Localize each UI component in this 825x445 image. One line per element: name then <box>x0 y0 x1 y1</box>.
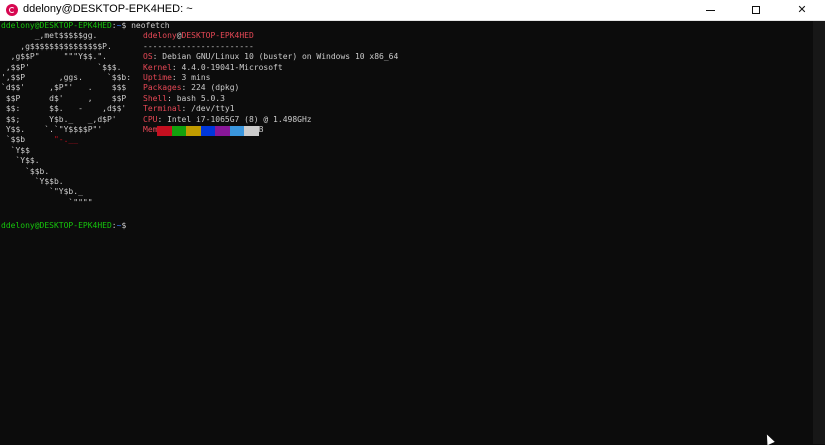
info-key: CPU <box>143 114 158 124</box>
info-divider: ----------------------- <box>143 41 254 51</box>
logo-line: $$P d$' , $$P <box>1 93 127 103</box>
info-key: Kernel <box>143 62 172 72</box>
info-value: Intel i7-1065G7 (8) @ 1.498GHz <box>167 114 312 124</box>
info-row: OS: Debian GNU/Linux 10 (buster) on Wind… <box>143 52 398 62</box>
info-key: Terminal <box>143 104 182 114</box>
debian-app-icon <box>6 4 18 16</box>
prompt-command: neofetch <box>131 21 170 30</box>
info-value: 3 mins <box>181 73 211 82</box>
logo-line: _,met$$$$$gg. <box>1 31 98 41</box>
color-swatch <box>186 126 201 136</box>
info-colon: : <box>171 73 182 82</box>
info-value: 4.4.0-19041-Microsoft <box>181 62 283 72</box>
logo-line: ,g$$P" """Y$$.". <box>1 52 107 62</box>
logo-line: `"Y$b._ <box>1 187 83 197</box>
close-button[interactable]: ✕ <box>779 0 825 20</box>
color-swatch <box>157 126 172 136</box>
window-title: ddelony@DESKTOP-EPK4HED: ~ <box>23 3 193 15</box>
minimize-icon <box>705 9 715 11</box>
info-colon: : <box>181 83 192 93</box>
logo-line: ,$$P' `$$$. <box>1 62 122 72</box>
color-swatch <box>229 126 244 136</box>
logo-line: ,g$$$$$$$$$$$$$$$P. <box>1 41 112 51</box>
color-swatch <box>171 126 186 136</box>
maximize-button[interactable] <box>733 0 779 20</box>
logo-line: `Y$$ <box>1 145 30 155</box>
prompt-dollar: $ <box>121 221 127 230</box>
info-value: Debian GNU/Linux 10 (buster) on Windows … <box>162 52 399 62</box>
minimize-button[interactable] <box>687 0 733 20</box>
info-colon: : <box>181 104 192 114</box>
close-icon: ✕ <box>797 3 807 16</box>
info-key: Shell <box>143 93 168 103</box>
info-key: OS <box>143 52 153 62</box>
info-row: Uptime: 3 mins <box>143 73 210 83</box>
logo-line: $$: $$. - ,d$$' <box>1 104 127 114</box>
prompt-user-host: ddelony@DESKTOP-EPK4HED <box>1 21 112 30</box>
info-colon: : <box>171 62 182 72</box>
logo-line: $$; Y$b._ _,d$P' <box>1 114 117 124</box>
info-header: ddelony@DESKTOP-EPK4HED <box>143 31 254 41</box>
color-swatch <box>244 126 259 136</box>
logo-line: `$$b "-.__ <box>1 135 79 145</box>
info-value: bash 5.0.3 <box>176 93 225 103</box>
vertical-scrollbar[interactable] <box>813 21 825 444</box>
logo-line: `"""" <box>1 197 93 207</box>
info-header-host: DESKTOP-EPK4HED <box>181 31 254 41</box>
info-header-user: ddelony <box>143 31 177 41</box>
info-colon: : <box>167 93 177 103</box>
logo-line: Y$$. `.`"Y$$$$P"' <box>1 125 103 134</box>
color-swatch <box>215 126 230 136</box>
info-key: Uptime <box>143 73 172 82</box>
logo-line: ',$$P ,ggs. `$$b: <box>1 73 132 82</box>
logo-line: `Y$$. <box>1 156 40 166</box>
info-row: Kernel: 4.4.0-19041-Microsoft <box>143 63 283 73</box>
logo-line: `$$b. <box>1 166 50 176</box>
info-key: Packages <box>143 83 182 93</box>
logo-line: `Y$$b. <box>1 177 64 186</box>
terminal-output[interactable]: ddelony@DESKTOP-EPK4HED:~$ neofetch _,me… <box>0 21 813 444</box>
maximize-icon <box>752 6 760 14</box>
color-swatch <box>200 126 215 136</box>
prompt-user-host: ddelony@DESKTOP-EPK4HED <box>1 221 112 230</box>
info-row: Terminal: /dev/tty1 <box>143 104 235 114</box>
prompt-dollar: $ <box>121 21 132 30</box>
info-row: Packages: 224 (dpkg) <box>143 83 239 93</box>
info-colon: : <box>157 114 168 124</box>
info-colon: : <box>152 52 163 62</box>
title-bar[interactable]: ddelony@DESKTOP-EPK4HED: ~ ✕ <box>0 0 825 21</box>
info-row: CPU: Intel i7-1065G7 (8) @ 1.498GHz <box>143 115 312 125</box>
info-row: Shell: bash 5.0.3 <box>143 94 225 104</box>
logo-line: `d$$' ,$P"' . $$$ <box>1 83 127 93</box>
info-value: 224 (dpkg) <box>191 83 240 93</box>
prompt-line-1: ddelony@DESKTOP-EPK4HED:~$ neofetch <box>1 21 170 31</box>
info-value: /dev/tty1 <box>191 104 235 114</box>
prompt-line-2: ddelony@DESKTOP-EPK4HED:~$ <box>1 221 126 231</box>
